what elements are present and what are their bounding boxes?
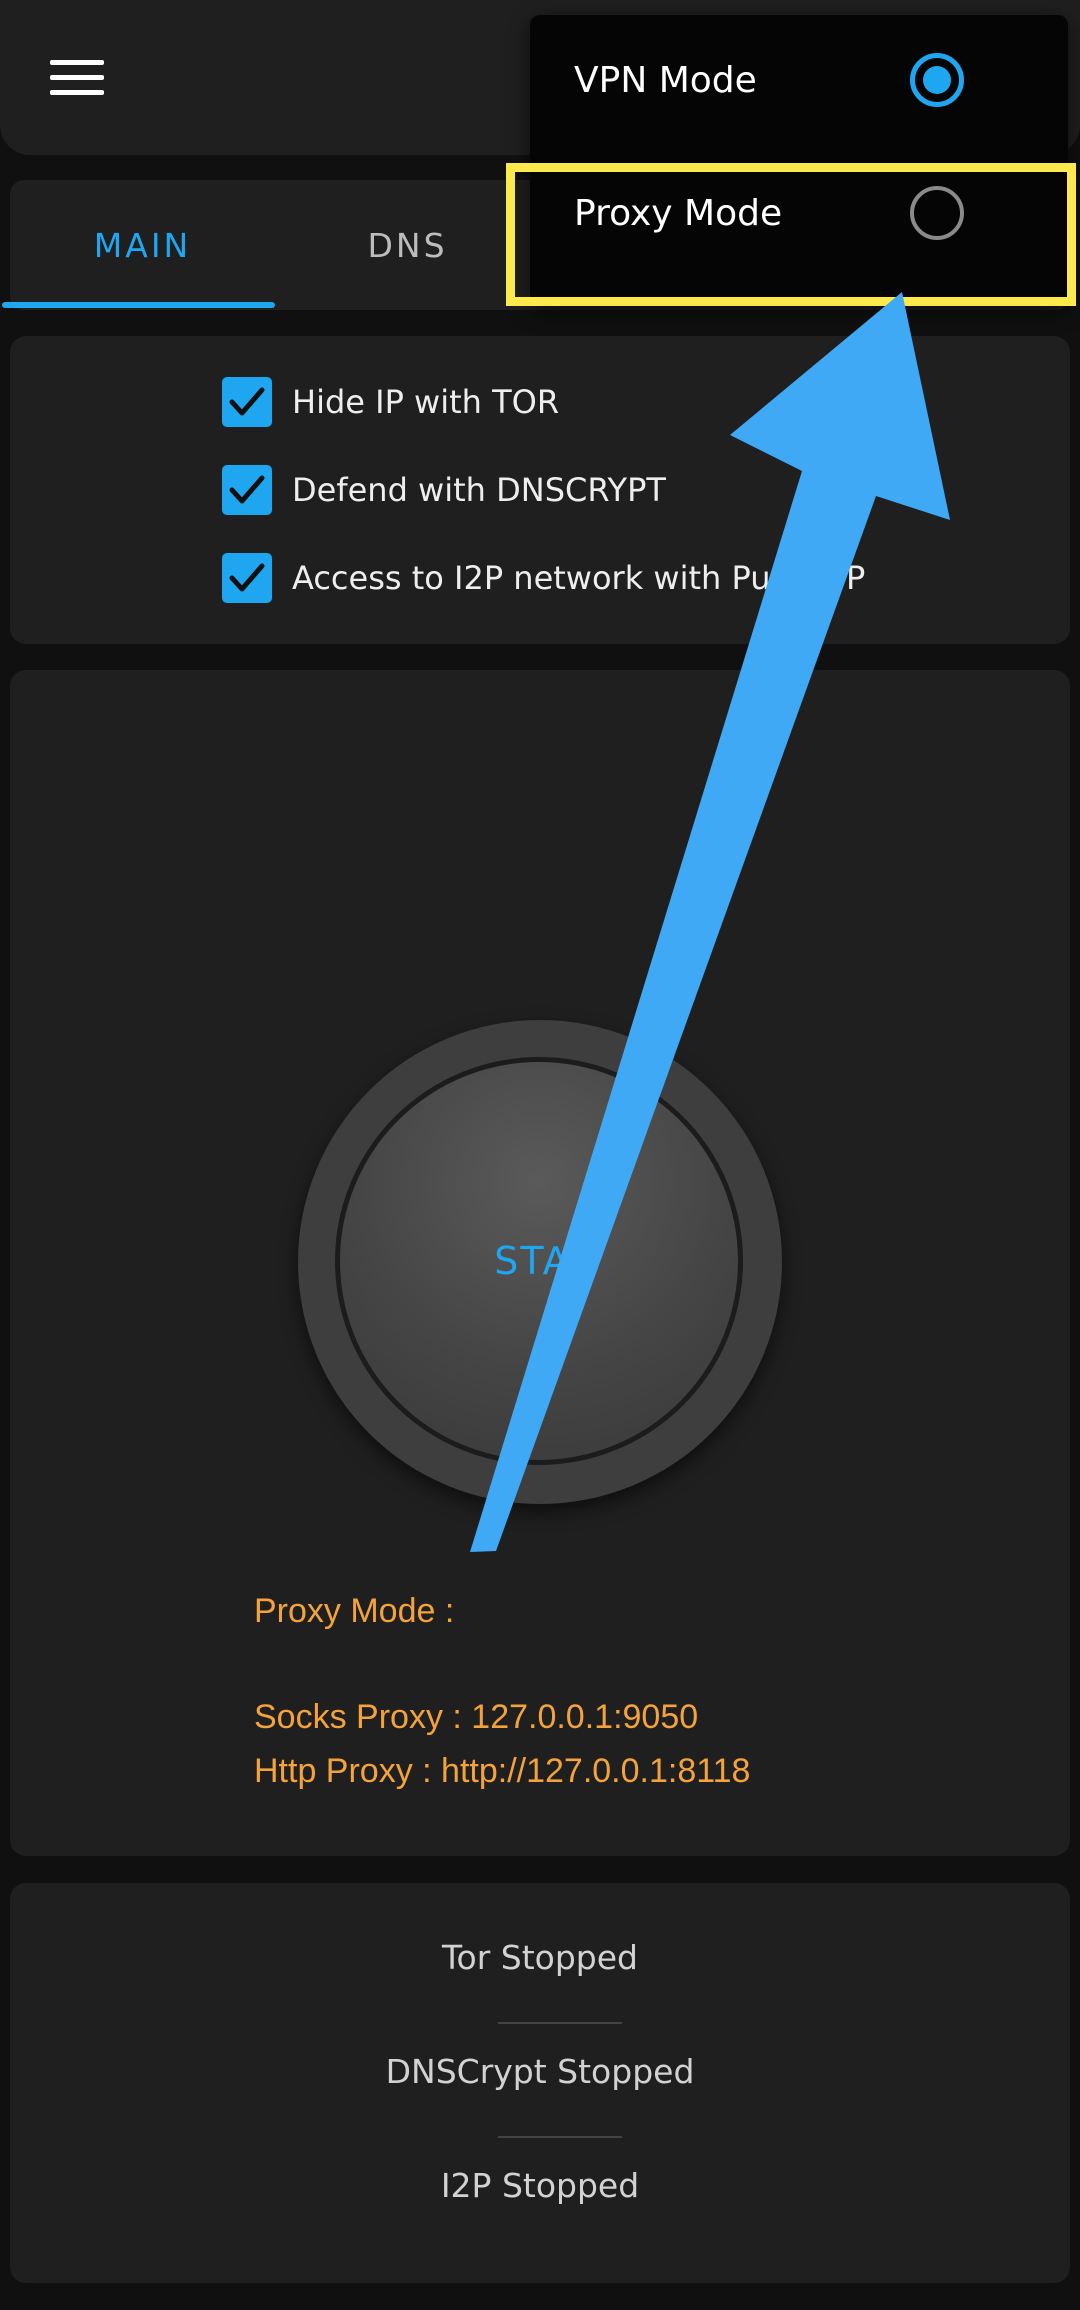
option-hide-ip-tor[interactable]: Hide IP with TOR — [222, 376, 559, 428]
tor-status: Tor Stopped — [441, 1938, 639, 1977]
menu-item-label: Proxy Mode — [574, 192, 783, 234]
option-label: Defend with DNSCRYPT — [292, 471, 666, 509]
radio-unselected-icon[interactable] — [910, 186, 964, 240]
start-button-label: STAI — [494, 1239, 584, 1283]
option-label: Access to I2P network with Purr — [292, 559, 797, 597]
option-label: Hide IP with TOR — [292, 383, 560, 421]
status-divider — [498, 2022, 622, 2024]
proxy-mode-label: Proxy Mode : — [254, 1592, 455, 1630]
menu-item-label: VPN Mode — [574, 59, 757, 101]
option-access-i2p[interactable]: Access to I2P network with Purr — [222, 552, 796, 604]
start-button[interactable]: STAI — [298, 1020, 782, 1504]
hamburger-menu-icon[interactable] — [50, 60, 104, 96]
checkbox-checked-icon[interactable] — [222, 553, 272, 603]
tab-main-label: MAIN — [93, 225, 192, 265]
radio-selected-icon[interactable] — [910, 53, 964, 107]
menu-item-vpn-mode[interactable]: VPN Mode — [530, 15, 1068, 145]
mode-dropdown-menu: VPN Mode Proxy Mode — [530, 15, 1068, 305]
dnscrypt-status: DNSCrypt Stopped — [385, 2052, 695, 2091]
i2p-status: I2P Stopped — [440, 2166, 640, 2205]
tab-dns-label: DNS — [367, 225, 448, 265]
option-label-trailing: P — [846, 559, 866, 597]
tab-selection-indicator — [2, 302, 275, 308]
http-proxy-label: Http Proxy : http://127.0.0.1:8118 — [254, 1752, 751, 1790]
socks-proxy-label: Socks Proxy : 127.0.0.1:9050 — [254, 1698, 699, 1736]
start-button-ring: STAI — [335, 1057, 743, 1465]
checkbox-checked-icon[interactable] — [222, 465, 272, 515]
menu-item-proxy-mode[interactable]: Proxy Mode — [530, 148, 1068, 278]
tab-dns[interactable]: DNS — [275, 180, 540, 310]
status-divider — [498, 2136, 622, 2138]
checkbox-checked-icon[interactable] — [222, 377, 272, 427]
option-defend-dnscrypt[interactable]: Defend with DNSCRYPT — [222, 464, 666, 516]
tab-main[interactable]: MAIN — [10, 180, 275, 310]
